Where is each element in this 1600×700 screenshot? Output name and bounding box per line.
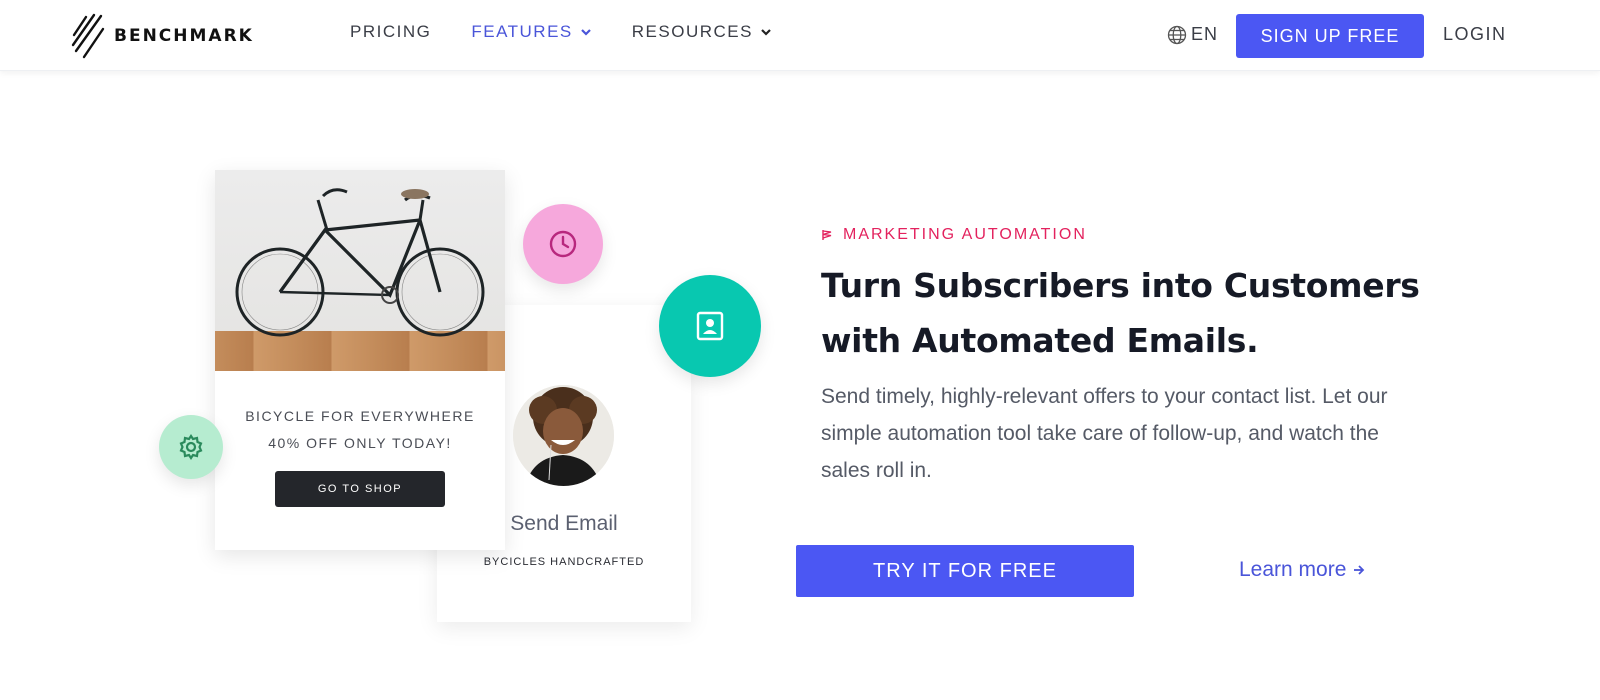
product-email-card: BICYCLE FOR EVERYWHERE 40% OFF ONLY TODA… bbox=[215, 170, 505, 550]
site-header: BENCHMARK PRICING FEATURES RESOURCES EN … bbox=[0, 0, 1600, 71]
sign-up-button[interactable]: SIGN UP FREE bbox=[1236, 14, 1424, 58]
nav-resources[interactable]: RESOURCES bbox=[632, 22, 772, 42]
language-selector[interactable]: EN bbox=[1167, 24, 1218, 45]
page-title: Turn Subscribers into Customers with Aut… bbox=[821, 266, 1420, 360]
main-nav: PRICING FEATURES RESOURCES bbox=[350, 22, 812, 42]
clock-badge bbox=[523, 204, 603, 284]
benchmark-logo-icon bbox=[71, 13, 105, 59]
nav-resources-label: RESOURCES bbox=[631, 22, 753, 41]
eyebrow-label: MARKETING AUTOMATION bbox=[843, 226, 1087, 243]
section-eyebrow: MARKETING AUTOMATION bbox=[821, 226, 1087, 244]
logo[interactable]: BENCHMARK bbox=[70, 12, 254, 60]
promo-title: BICYCLE FOR EVERYWHERE bbox=[245, 408, 475, 424]
nav-features[interactable]: FEATURES bbox=[471, 22, 591, 42]
contact-badge bbox=[659, 275, 761, 377]
globe-icon bbox=[1167, 25, 1187, 44]
login-link[interactable]: LOGIN bbox=[1443, 24, 1507, 45]
learn-more-link[interactable]: Learn more bbox=[1239, 558, 1366, 582]
card-tagline: BYCICLES HANDCRAFTED bbox=[483, 556, 645, 568]
nav-features-label: FEATURES bbox=[471, 22, 573, 41]
promo-subtitle: 40% OFF ONLY TODAY! bbox=[268, 435, 452, 451]
contact-card-icon bbox=[696, 311, 724, 341]
logo-text: BENCHMARK bbox=[114, 26, 254, 46]
try-free-button[interactable]: TRY IT FOR FREE bbox=[796, 545, 1134, 597]
go-to-shop-button[interactable]: GO TO SHOP bbox=[275, 471, 445, 507]
gear-badge bbox=[159, 415, 223, 479]
gear-icon bbox=[179, 434, 203, 460]
chevron-down-icon bbox=[580, 29, 591, 36]
hero-description: Send timely, highly-relevant offers to y… bbox=[821, 385, 1388, 482]
flag-icon bbox=[822, 230, 832, 240]
learn-more-label: Learn more bbox=[1239, 558, 1347, 581]
arrow-right-icon bbox=[1354, 565, 1365, 575]
avatar bbox=[513, 385, 614, 486]
nav-pricing-label: PRICING bbox=[350, 22, 432, 41]
language-label: EN bbox=[1191, 24, 1219, 44]
nav-pricing[interactable]: PRICING bbox=[350, 22, 431, 42]
send-email-label: Send Email bbox=[510, 512, 618, 535]
chevron-down-icon bbox=[761, 29, 771, 36]
clock-icon bbox=[549, 230, 577, 258]
bicycle-image bbox=[215, 170, 505, 371]
